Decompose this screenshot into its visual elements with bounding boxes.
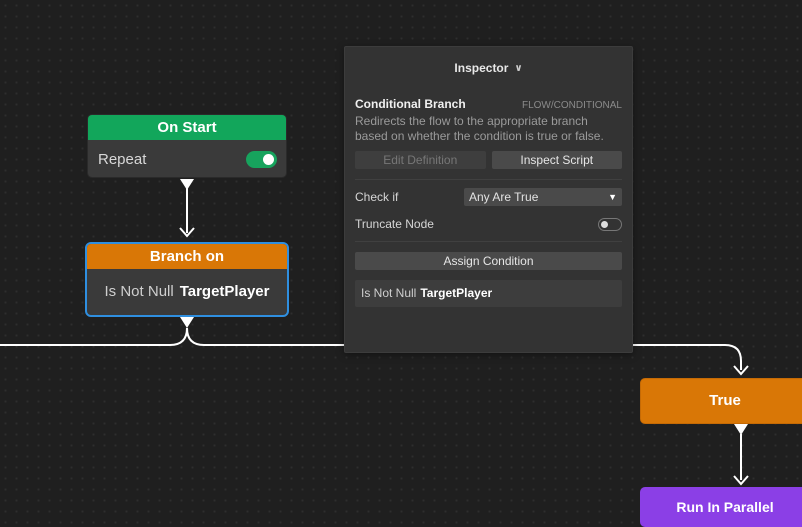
repeat-row: Repeat bbox=[88, 140, 286, 177]
edit-definition-button[interactable]: Edit Definition bbox=[355, 151, 486, 169]
divider bbox=[355, 179, 622, 180]
definition-buttons: Edit Definition Inspect Script bbox=[345, 151, 632, 169]
divider bbox=[355, 241, 622, 242]
branch-node[interactable]: Branch on Is Not Null TargetPlayer bbox=[85, 242, 289, 317]
node-title: True bbox=[709, 392, 741, 409]
inspect-script-button[interactable]: Inspect Script bbox=[491, 151, 622, 169]
branch-output-port[interactable] bbox=[180, 317, 194, 328]
inspector-title: Inspector bbox=[454, 61, 509, 75]
description-line: based on whether the condition is true o… bbox=[355, 128, 604, 143]
node-category: FLOW/CONDITIONAL bbox=[521, 100, 622, 111]
truncate-row: Truncate Node bbox=[345, 214, 632, 234]
dropdown-arrow-icon: ▼ bbox=[608, 192, 617, 202]
description-line: Redirects the flow to the appropriate br… bbox=[355, 114, 588, 128]
true-output-port[interactable] bbox=[734, 424, 748, 435]
chevron-down-icon[interactable]: ∨ bbox=[514, 63, 522, 74]
node-title: Branch on bbox=[87, 244, 287, 269]
check-if-row: Check if Any Are True ▼ bbox=[345, 187, 632, 207]
condition-entry[interactable]: Is Not Null TargetPlayer bbox=[355, 280, 622, 307]
condition-target: TargetPlayer bbox=[179, 283, 270, 300]
true-node[interactable]: True bbox=[640, 378, 802, 424]
node-title: On Start bbox=[88, 115, 286, 140]
check-if-label: Check if bbox=[355, 190, 399, 204]
truncate-label: Truncate Node bbox=[355, 217, 434, 231]
node-description: Redirects the flow to the appropriate br… bbox=[345, 114, 632, 143]
on-start-node[interactable]: On Start Repeat bbox=[87, 114, 287, 178]
branch-condition: Is Not Null TargetPlayer bbox=[87, 269, 287, 315]
node-type-title: Conditional Branch bbox=[355, 97, 466, 111]
inspector-header[interactable]: Inspector ∨ bbox=[345, 47, 632, 89]
output-port[interactable] bbox=[180, 179, 194, 190]
check-if-dropdown[interactable]: Any Are True ▼ bbox=[464, 188, 622, 206]
run-in-parallel-node[interactable]: Run In Parallel bbox=[640, 487, 802, 527]
condition-prefix: Is Not Null bbox=[361, 286, 417, 300]
assign-condition-button[interactable]: Assign Condition bbox=[355, 252, 622, 270]
condition-prefix: Is Not Null bbox=[104, 283, 174, 300]
repeat-toggle-icon[interactable] bbox=[246, 150, 277, 168]
condition-target: TargetPlayer bbox=[420, 286, 493, 300]
wire-branch-false bbox=[0, 327, 188, 346]
truncate-toggle-icon[interactable] bbox=[598, 217, 622, 231]
check-if-value: Any Are True bbox=[469, 190, 539, 204]
wire-start-to-branch bbox=[179, 188, 195, 238]
inspector-panel: Inspector ∨ Conditional Branch FLOW/COND… bbox=[344, 46, 633, 353]
repeat-label: Repeat bbox=[98, 150, 147, 168]
node-title: Run In Parallel bbox=[676, 499, 774, 515]
node-info: Conditional Branch FLOW/CONDITIONAL bbox=[345, 97, 632, 111]
